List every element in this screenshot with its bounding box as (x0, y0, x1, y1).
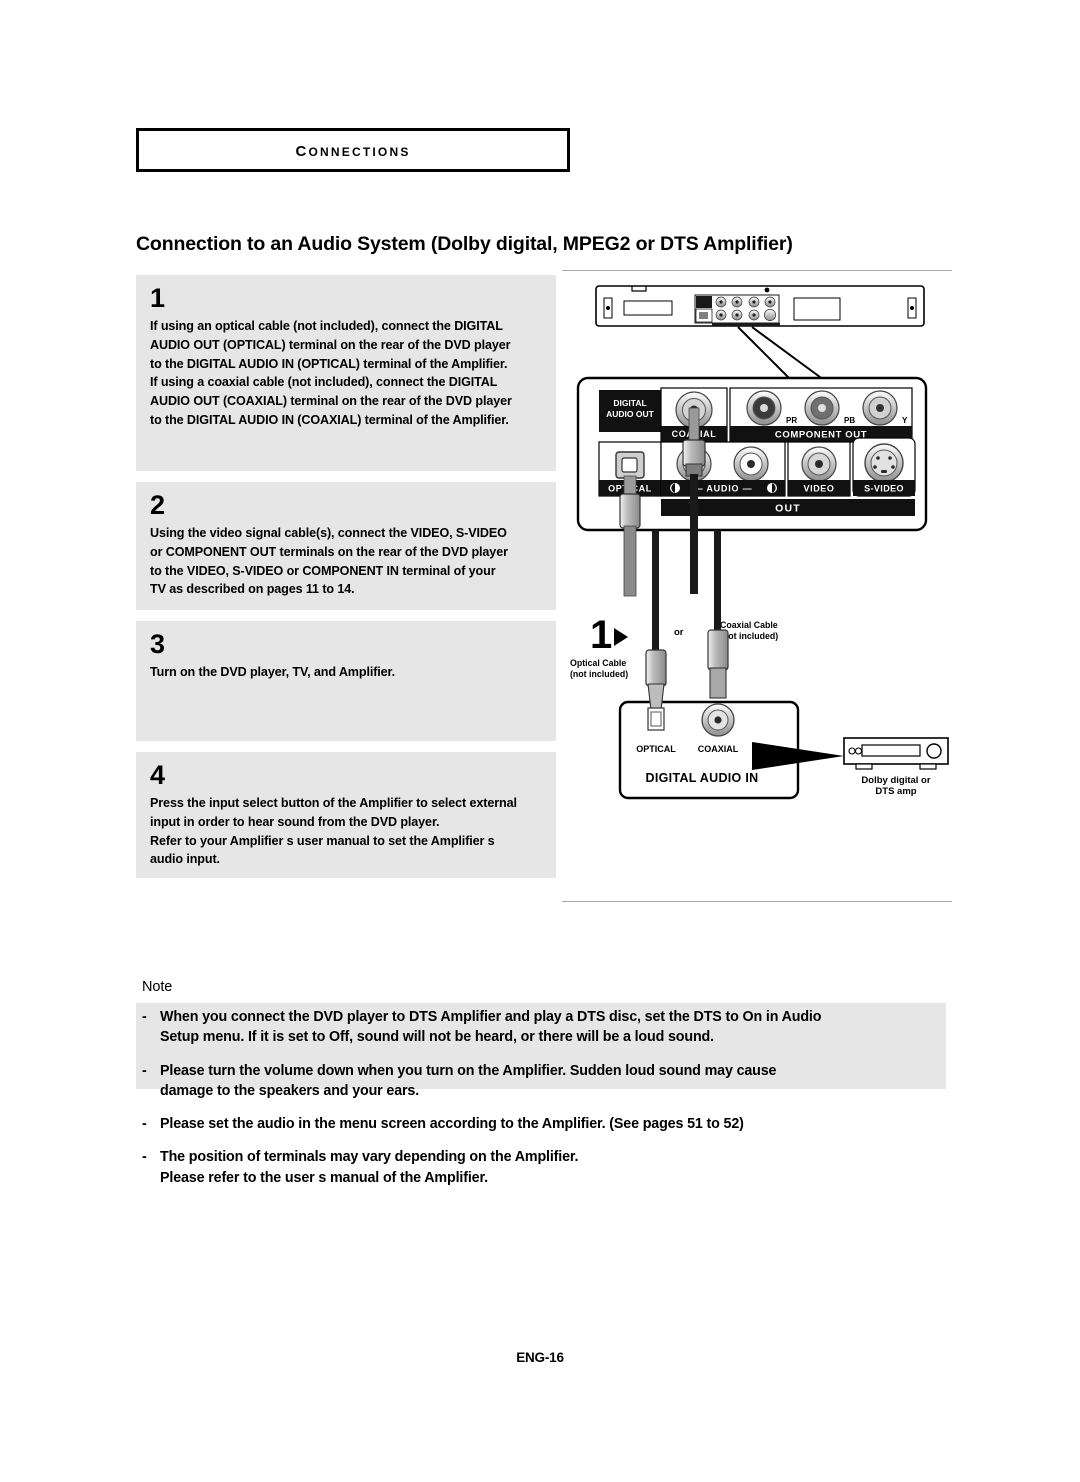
step-text: Press the input select button of the Amp… (150, 794, 542, 869)
steps-list: 1 If using an optical cable (not include… (136, 275, 556, 889)
note1-line1: When you connect the DVD player to DTS A… (160, 1009, 822, 1025)
step1-line3: to the DIGITAL AUDIO IN (OPTICAL) termin… (150, 356, 508, 371)
note-text: Please set the audio in the menu screen … (160, 1114, 950, 1134)
dvd-player-rear-view (595, 285, 925, 327)
page-title: Connection to an Audio System (Dolby dig… (136, 233, 793, 255)
note2-line2: damage to the speakers and your ears. (160, 1082, 420, 1099)
note-text: When you connect the DVD player to DTS A… (160, 1007, 950, 1048)
step1-line5: AUDIO OUT (COAXIAL) terminal on the rear… (150, 394, 512, 409)
digital-audio-out-label-line1: DIGITAL (613, 398, 646, 408)
step4-line3: Refer to your Amplifier s user manual to… (150, 833, 495, 848)
note-dash: - (142, 1149, 147, 1166)
coaxial-cable-label: Coaxial Cable (720, 620, 778, 630)
component-y-label: Y (902, 416, 908, 425)
note-item: - Please turn the volume down when you t… (142, 1057, 950, 1102)
step4-line2: input in order to hear sound from the DV… (150, 814, 440, 829)
component-out-label: COMPONENT OUT (775, 430, 867, 441)
note-item: - When you connect the DVD player to DTS… (142, 1003, 950, 1048)
step-text: Turn on the DVD player, TV, and Amplifie… (150, 663, 542, 682)
optical-plug-in-panel (619, 475, 641, 597)
page-footer: ENG-16 (516, 1350, 564, 1365)
zoom-leader-lines (737, 326, 825, 384)
amplifier-illustration: Dolby digital or DTS amp (843, 737, 949, 797)
divider-bottom (562, 901, 952, 902)
step4-line4: audio input. (150, 852, 220, 867)
callout-number: 1 (590, 613, 612, 657)
step-number: 2 (150, 490, 165, 520)
step-number: 4 (150, 760, 165, 790)
amp-label-line2: DTS amp (875, 786, 916, 797)
chapter-header-box: CONNECTIONS (136, 128, 570, 172)
note-item: - The position of terminals may vary dep… (142, 1143, 950, 1188)
callout-arrow-icon (614, 628, 628, 646)
component-out-jacks: PR PB Y (746, 390, 908, 426)
step1-line6: to the DIGITAL AUDIO IN (COAXIAL) termin… (150, 413, 509, 428)
note2-line1: Please turn the volume down when you tur… (160, 1062, 777, 1079)
amp-coaxial-label: COAXIAL (698, 744, 739, 754)
optical-cable-label: Optical Cable (570, 658, 626, 668)
step1-line4: If using a coaxial cable (not included),… (150, 375, 449, 390)
amp-optical-label: OPTICAL (636, 744, 676, 754)
digital-audio-out-label-line2: AUDIO OUT (606, 409, 655, 419)
amp-label-line1: Dolby digital or (861, 775, 930, 786)
step-block-4: 4 Press the input select button of the A… (136, 752, 556, 878)
s-video-label: S-VIDEO (864, 484, 904, 494)
step2-line2: or COMPONENT OUT terminals on the rear o… (150, 544, 508, 559)
or-label: or (674, 627, 684, 638)
note1-line2: Setup menu. If it is set to Off, sound w… (160, 1029, 714, 1046)
note-text: The position of terminals may vary depen… (160, 1147, 950, 1188)
connection-diagram: DIGITAL AUDIO OUT COAXIAL PR PB Y COMPON… (562, 280, 956, 896)
note-dash: - (142, 1009, 147, 1025)
step2-line1: Using the video signal cable(s), connect… (150, 526, 411, 540)
callout-marker-1: 1 (590, 613, 628, 657)
step-number: 1 (150, 283, 165, 313)
step1-line2: AUDIO OUT (OPTICAL) terminal on the rear… (150, 337, 511, 352)
note-label: Note (142, 979, 173, 995)
note-text: Please turn the volume down when you tur… (160, 1061, 950, 1102)
chapter-title: CONNECTIONS (295, 138, 411, 161)
step-text: If using an optical cable (not included)… (150, 317, 542, 430)
step2-line3: to the VIDEO, S-VIDEO or COMPONENT IN te… (150, 563, 496, 578)
audio-out-label: — AUDIO — (694, 484, 753, 494)
note-list: - When you connect the DVD player to DTS… (142, 1003, 950, 1197)
digital-audio-in-label: DIGITAL AUDIO IN (646, 771, 759, 785)
coaxial-cable-note: (not included) (720, 631, 778, 641)
note-item: - Please set the audio in the menu scree… (142, 1110, 950, 1134)
note4-line2: Please refer to the user s manual of the… (160, 1169, 488, 1186)
component-pr-label: PR (786, 416, 797, 425)
note-dash: - (142, 1116, 147, 1133)
out-label: OUT (775, 503, 801, 515)
step-block-3: 3 Turn on the DVD player, TV, and Amplif… (136, 621, 556, 741)
step-text: Using the video signal cable(s), connect… (150, 524, 542, 599)
component-pb-label: PB (844, 416, 855, 425)
video-label: VIDEO (803, 484, 834, 494)
step1-line1: If using an optical cable (not included)… (150, 319, 455, 333)
step-block-2: 2 Using the video signal cable(s), conne… (136, 482, 556, 610)
digital-audio-in-panel: OPTICAL COAXIAL DIGITAL AUDIO IN (618, 629, 800, 800)
note4-line1: The position of terminals may vary depen… (160, 1149, 579, 1166)
step-block-1: 1 If using an optical cable (not include… (136, 275, 556, 471)
step4-line1: Press the input select button of the Amp… (150, 796, 470, 810)
note3-line1: Please set the audio in the menu screen … (160, 1116, 744, 1133)
step3-line1: Turn on the DVD player, TV, and Amplifie… (150, 665, 396, 679)
step2-line4: TV as described on pages 11 to 14. (150, 582, 355, 597)
note-dash: - (142, 1062, 147, 1079)
optical-cable-note: (not included) (570, 669, 628, 679)
step-number: 3 (150, 629, 165, 659)
divider-top (562, 270, 952, 271)
